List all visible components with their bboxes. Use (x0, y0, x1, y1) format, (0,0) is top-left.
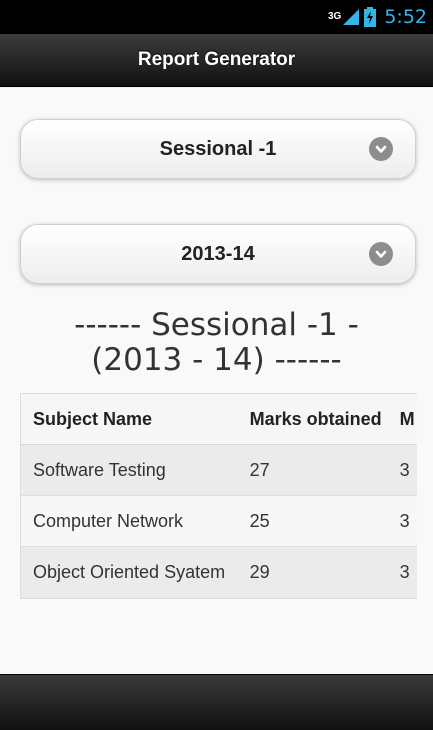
marks-table: Subject Name Marks obtained M Software T… (20, 393, 417, 599)
year-select[interactable]: 2013-14 (20, 224, 416, 284)
extra-cell: 3 (399, 510, 410, 531)
clock: 5:52 (384, 6, 427, 28)
extra-cell: 3 (399, 459, 410, 480)
marks-cell: 29 (249, 562, 270, 582)
table-row: Object Oriented Syatem 29 3 (21, 547, 417, 598)
main-content: Sessional -1 2013-14 ------ Sessional -1… (0, 88, 433, 674)
extra-cell: 3 (399, 562, 410, 582)
exam-select[interactable]: Sessional -1 (20, 119, 416, 179)
marks-cell: 25 (249, 510, 270, 531)
table-row: Computer Network 25 3 (21, 496, 417, 547)
status-bar: 3G 5:52 (0, 0, 433, 34)
column-header-subject: Subject Name (33, 408, 153, 429)
column-header-marks: Marks obtained (249, 408, 382, 429)
app-header: Report Generator (0, 34, 433, 87)
report-title-line-2: (2013 - 14) ------ (91, 342, 342, 378)
signal-icon (343, 9, 360, 25)
report-title: ------ Sessional -1 - (2013 - 14) ------ (30, 308, 403, 378)
table-row: Software Testing 27 3 (21, 445, 417, 496)
table-header-row: Subject Name Marks obtained M (21, 394, 417, 445)
report-title-line-1: ------ Sessional -1 - (74, 307, 359, 343)
network-type: 3G (327, 11, 342, 22)
subject-cell: Object Oriented Syatem (33, 562, 226, 582)
year-select-value: 2013-14 (181, 242, 255, 265)
subject-cell: Computer Network (33, 510, 184, 531)
chevron-down-icon (369, 242, 393, 266)
page-title: Report Generator (137, 49, 296, 70)
footer-bar (0, 674, 433, 730)
battery-charging-icon (364, 7, 377, 27)
subject-cell: Software Testing (33, 459, 166, 480)
exam-select-value: Sessional -1 (159, 137, 277, 160)
column-header-max: M (399, 408, 415, 429)
chevron-down-icon (369, 137, 393, 161)
marks-cell: 27 (249, 459, 270, 480)
